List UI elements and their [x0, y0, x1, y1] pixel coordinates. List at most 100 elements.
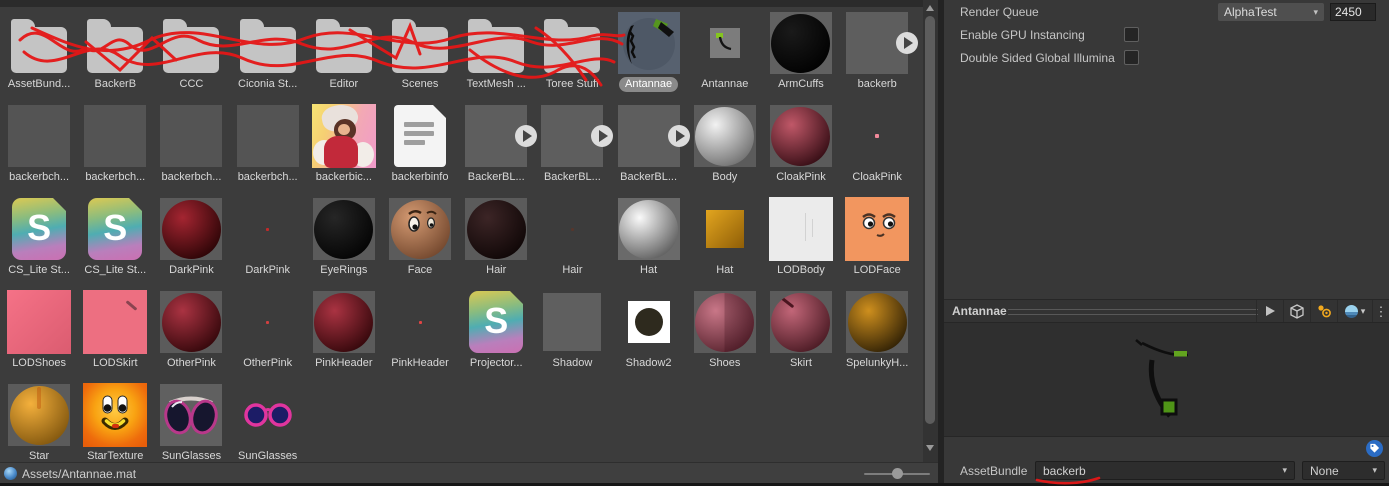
asset-item[interactable]: CloakPink	[763, 101, 839, 194]
chevron-down-icon: ▾	[1360, 305, 1366, 316]
asset-item[interactable]: CCC	[153, 8, 229, 101]
render-queue-value-field[interactable]	[1330, 3, 1376, 21]
assetbundle-variant-value: None	[1310, 463, 1339, 478]
double-sided-gi-checkbox[interactable]	[1124, 50, 1139, 65]
asset-item[interactable]: Shadow2	[611, 287, 687, 380]
unity-editor-window: AssetBund... BackerB CCC Ciconia St... Edito…	[0, 0, 1389, 486]
asset-item[interactable]: Hat	[611, 194, 687, 287]
asset-label: CS_Lite St...	[84, 264, 147, 276]
playsquare-icon	[540, 104, 614, 168]
asset-item[interactable]: BackerBL...	[458, 101, 538, 194]
scroll-up-icon[interactable]	[926, 5, 934, 11]
scrollbar-thumb[interactable]	[925, 16, 935, 424]
preview-more-button[interactable]: ⋮	[1372, 300, 1389, 322]
asset-item[interactable]: S CS_Lite St...	[77, 194, 153, 287]
s-icon-icon: S	[83, 197, 147, 261]
sphere-icon	[312, 290, 376, 354]
asset-item[interactable]: backerbch...	[153, 101, 229, 194]
slider-handle[interactable]	[892, 468, 903, 479]
render-queue-mode: AlphaTest	[1224, 5, 1277, 19]
drag-handle[interactable]	[1008, 309, 1258, 315]
asset-item[interactable]: backerbic...	[306, 101, 382, 194]
asset-label: LODSkirt	[92, 357, 138, 369]
asset-item[interactable]: LODSkirt	[77, 287, 153, 380]
asset-item[interactable]: SunGlasses	[153, 380, 229, 473]
asset-item[interactable]: Shoes	[687, 287, 763, 380]
asset-label: backerbch...	[161, 171, 222, 183]
thumbnail-zoom-slider[interactable]	[864, 463, 930, 484]
asset-item[interactable]: OtherPink	[230, 287, 306, 380]
asset-item[interactable]: BackerB	[77, 8, 153, 101]
asset-item[interactable]: TextMesh ...	[458, 8, 534, 101]
project-panel: AssetBund... BackerB CCC Ciconia St... Edito…	[0, 0, 938, 486]
square-icon	[768, 197, 833, 261]
project-status-bar: Assets/Antannae.mat	[0, 462, 938, 484]
asset-item[interactable]: CloakPink	[839, 101, 915, 194]
render-queue-dropdown[interactable]: AlphaTest ▾	[1218, 3, 1324, 21]
asset-item[interactable]: ArmCuffs	[763, 8, 839, 101]
asset-item[interactable]: backerbch...	[77, 101, 153, 194]
asset-label: TextMesh ...	[466, 78, 526, 90]
asset-item[interactable]: backerbinfo	[382, 101, 458, 194]
asset-item[interactable]: Skirt	[763, 287, 839, 380]
asset-item[interactable]: PinkHeader	[306, 287, 382, 380]
asset-item[interactable]: StarTexture	[77, 380, 153, 473]
asset-item[interactable]: SunGlasses	[230, 380, 306, 473]
asset-item[interactable]: BackerBL...	[611, 101, 690, 194]
preview-light-button[interactable]	[1310, 300, 1337, 322]
asset-item[interactable]: Toree Stuff	[534, 8, 610, 101]
asset-item[interactable]: AssetBund...	[1, 8, 77, 101]
asset-label: Face	[407, 264, 433, 276]
asset-item[interactable]: S Projector...	[458, 287, 534, 380]
vertical-scrollbar[interactable]	[923, 0, 938, 462]
asset-item[interactable]: EyeRings	[306, 194, 382, 287]
asset-item[interactable]: backerbch...	[1, 101, 77, 194]
asset-item[interactable]: Face	[382, 194, 458, 287]
folder-icon	[7, 11, 71, 75]
assetbundle-variant-dropdown[interactable]: None ▾	[1302, 461, 1385, 480]
asset-label: backerbch...	[237, 171, 298, 183]
asset-item[interactable]: Shadow	[534, 287, 610, 380]
asset-label: Editor	[329, 78, 359, 90]
asset-item[interactable]: Hat	[687, 194, 763, 287]
asset-item[interactable]: LODFace	[839, 194, 915, 287]
asset-item[interactable]: OtherPink	[153, 287, 229, 380]
playsquare-icon	[464, 104, 538, 168]
asset-item[interactable]: Ciconia St...	[230, 8, 306, 101]
asset-item[interactable]: Star	[1, 380, 77, 473]
play-icon	[1265, 306, 1275, 316]
asset-item[interactable]: Body	[687, 101, 763, 194]
asset-item[interactable]: Hair	[458, 194, 534, 287]
sphere-icon	[845, 290, 909, 354]
asset-item[interactable]: BackerBL...	[534, 101, 614, 194]
gpu-instancing-checkbox[interactable]	[1124, 27, 1139, 42]
asset-label: CS_Lite St...	[8, 264, 70, 276]
scroll-down-icon[interactable]	[926, 445, 934, 451]
asset-grid: AssetBund... BackerB CCC Ciconia St... Edito…	[1, 8, 923, 473]
square-icon	[159, 104, 223, 168]
preview-mesh-button[interactable]	[1283, 300, 1310, 322]
preview-play-button[interactable]	[1256, 300, 1283, 322]
asset-item[interactable]: backerb	[839, 8, 919, 101]
asset-item[interactable]: DarkPink	[230, 194, 306, 287]
square-icon	[83, 290, 148, 354]
asset-item[interactable]: LODBody	[763, 194, 839, 287]
asset-item[interactable]: SpelunkyH...	[839, 287, 915, 380]
asset-item[interactable]: Hair	[534, 194, 610, 287]
sphere-icon	[693, 290, 757, 354]
asset-item[interactable]: Scenes	[382, 8, 458, 101]
asset-item[interactable]: LODShoes	[1, 287, 77, 380]
asset-item[interactable]: Editor	[306, 8, 382, 101]
asset-item[interactable]: S CS_Lite St...	[1, 194, 77, 287]
asset-item[interactable]: Antannae	[687, 8, 763, 101]
assetbundle-name-value: backerb	[1043, 463, 1086, 478]
s-icon-icon: S	[7, 197, 71, 261]
asset-item[interactable]: PinkHeader	[382, 287, 458, 380]
asset-item[interactable]: Antannae	[611, 8, 687, 101]
asset-item[interactable]: backerbch...	[230, 101, 306, 194]
preview-render-mode-button[interactable]: ▾	[1337, 300, 1372, 322]
sphere-icon	[312, 197, 376, 261]
light-icon	[1318, 305, 1331, 318]
assetbundle-name-dropdown[interactable]: backerb ▾	[1035, 461, 1295, 480]
asset-item[interactable]: DarkPink	[153, 194, 229, 287]
